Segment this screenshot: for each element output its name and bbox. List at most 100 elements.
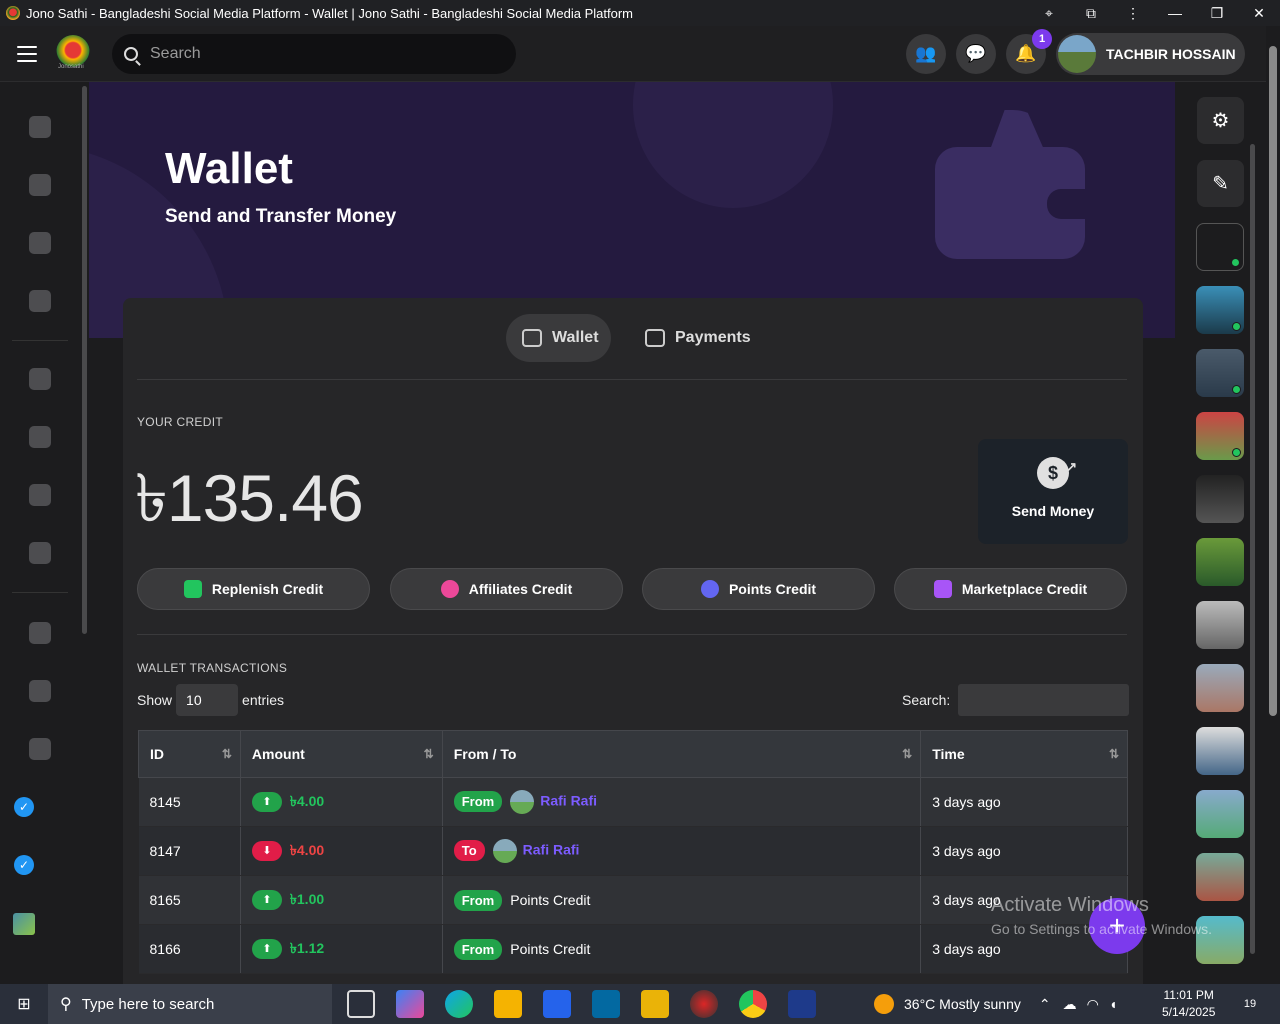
friends-icon[interactable]: 👥 [906,34,946,74]
party-link[interactable]: Rafi Rafi [540,793,597,809]
column-header-id[interactable]: ID ⇅ [138,730,241,778]
tray-chevron-icon[interactable]: ⌃ [1039,996,1051,1013]
chrome-profile-icon[interactable] [690,990,718,1018]
direction-badge: From [453,938,503,960]
volume-icon[interactable]: ◖ [1109,996,1117,1012]
contact-avatar[interactable] [1196,664,1244,712]
contact-avatar[interactable] [1196,286,1244,334]
user-name: TACHBIR HOSSAIN [1106,46,1236,62]
file-explorer-icon[interactable] [494,990,522,1018]
sidebar-scrollbar[interactable] [82,86,87,634]
verified-page-icon[interactable]: ✓ [14,797,34,817]
wallet-card-icon[interactable] [29,232,51,254]
logo-text: Jonosathi [58,64,84,70]
chrome-icon[interactable] [739,990,767,1018]
party-link[interactable]: Rafi Rafi [523,842,580,858]
tab-wallet[interactable]: Wallet [506,314,611,362]
taskbar-clock[interactable]: 11:01 PM 5/14/2025 [1162,987,1215,1021]
marketplace-credit-button[interactable]: Marketplace Credit [894,568,1127,610]
tab-payments[interactable]: Payments [631,314,761,362]
flag-icon[interactable] [29,484,51,506]
hamburger-menu-icon[interactable] [17,46,37,67]
sort-icon[interactable]: ⇅ [902,747,912,761]
sort-icon[interactable]: ⇅ [1109,747,1119,761]
avatar [1058,35,1096,73]
notification-center-icon[interactable]: 19 [1236,992,1264,1016]
home-icon[interactable] [29,116,51,138]
contact-avatar[interactable] [1196,223,1244,271]
contacts-scrollbar[interactable] [1250,144,1255,954]
video-icon[interactable] [29,290,51,312]
contact-avatar[interactable] [1196,349,1244,397]
table-search: Search: [902,684,1130,716]
briefcase-icon[interactable] [29,680,51,702]
cell-time: 3 days ago [920,826,1128,876]
restore-button[interactable]: ❐ [1196,5,1238,22]
extensions-icon[interactable]: ⧉ [1070,5,1112,22]
location-icon[interactable]: ⌖ [1028,5,1070,22]
windows-start-icon[interactable]: ⊞ [0,984,48,1024]
offers-icon[interactable] [29,738,51,760]
button-label: Points Credit [728,581,817,597]
entries-control: Show 10 entries [137,684,284,716]
verified-page-icon[interactable]: ✓ [14,855,34,875]
copilot-icon[interactable] [396,990,424,1018]
browser-title-bar: Jono Sathi - Bangladeshi Social Media Pl… [0,0,1280,26]
task-view-icon[interactable] [347,990,375,1018]
contact-avatar[interactable] [1196,601,1244,649]
contact-avatar[interactable] [1196,538,1244,586]
wifi-icon[interactable]: ◠ [1087,996,1099,1013]
gamepad-icon[interactable] [29,368,51,390]
taskbar-search-input[interactable]: ⚲ Type here to search [48,984,332,1024]
cell-from-to: To Rafi Rafi [442,826,922,876]
contact-avatar[interactable] [1196,412,1244,460]
page-thumbnail[interactable] [13,913,35,935]
contact-avatar[interactable] [1196,727,1244,775]
bookmark-icon[interactable] [29,174,51,196]
search-icon: ⚲ [60,996,72,1013]
table-search-input[interactable] [958,684,1130,716]
network-icon[interactable]: ☁ [1063,996,1077,1013]
outlook-icon[interactable] [592,990,620,1018]
groups-icon[interactable] [29,542,51,564]
column-header-amount[interactable]: Amount ⇅ [239,730,443,778]
table-row: 8147 ⬇ ৳4.00 To Rafi Rafi 3 days ago [138,826,1128,876]
direction-badge: From [453,790,503,812]
column-header-from-to[interactable]: From / To ⇅ [441,730,922,778]
sort-icon[interactable]: ⇅ [222,747,232,761]
table-search-label: Search: [902,692,951,708]
search-input[interactable]: Search [112,34,516,74]
transactions-body: 8145 ⬆ ৳4.00 From Rafi Rafi 3 days ago 8147 ⬇ ৳4… [138,777,1128,974]
edit-icon[interactable]: ✎ [1197,160,1244,207]
window-controls: ⌖ ⧉ ⋮ — ❐ ✕ [1028,0,1280,26]
calendar-icon[interactable] [29,622,51,644]
scrollbar-thumb[interactable] [1269,46,1277,716]
sticky-notes-icon[interactable] [641,990,669,1018]
minimize-button[interactable]: — [1154,5,1196,21]
party-name: Points Credit [510,891,591,908]
contact-avatar[interactable] [1196,790,1244,838]
weather-text[interactable]: 36°C Mostly sunny [904,996,1021,1012]
marketplace-icon [933,580,952,598]
send-money-button[interactable]: $ ↗ Send Money [978,439,1128,544]
user-profile-button[interactable]: TACHBIR HOSSAIN [1056,33,1245,75]
points-credit-button[interactable]: Points Credit [642,568,875,610]
affiliates-credit-button[interactable]: Affiliates Credit [390,568,623,610]
menu-dots-icon[interactable]: ⋮ [1112,5,1154,22]
document-icon[interactable] [29,426,51,448]
main-content: Wallet Send and Transfer Money Wallet Pa… [89,82,1175,984]
store-icon[interactable] [543,990,571,1018]
entries-select[interactable]: 10 [176,684,239,716]
app-icon[interactable] [788,990,816,1018]
close-button[interactable]: ✕ [1238,5,1280,22]
column-header-time[interactable]: Time ⇅ [920,730,1128,778]
tab-label: Payments [675,329,751,346]
settings-gear-icon[interactable]: ⚙ [1197,97,1244,144]
sort-icon[interactable]: ⇅ [424,747,434,761]
page-scrollbar[interactable] [1266,26,1280,984]
edge-icon[interactable] [445,990,473,1018]
replenish-credit-button[interactable]: Replenish Credit [137,568,370,610]
contact-avatar[interactable] [1196,475,1244,523]
weather-icon[interactable] [874,994,894,1014]
messages-icon[interactable]: 💬 [956,34,996,74]
